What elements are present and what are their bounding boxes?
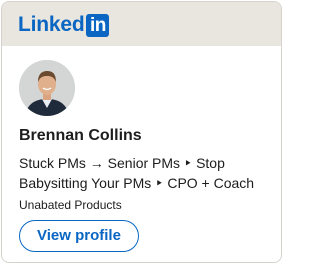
profile-company[interactable]: Unabated Products — [19, 197, 122, 213]
avatar[interactable] — [19, 60, 75, 116]
view-profile-button[interactable]: View profile — [19, 220, 139, 252]
avatar-photo — [19, 60, 75, 116]
card-header: Linked in — [2, 2, 281, 46]
logo-in-box: in — [86, 13, 110, 37]
profile-name[interactable]: Brennan Collins — [19, 126, 142, 146]
logo-wordmark: Linked — [18, 13, 85, 36]
profile-badge-card: Linked in Brennan Collins Stuck PMs → Se… — [1, 1, 282, 263]
linkedin-logo[interactable]: Linked in — [18, 13, 110, 37]
profile-headline: Stuck PMs → Senior PMs ‣ Stop Babysittin… — [19, 155, 255, 191]
